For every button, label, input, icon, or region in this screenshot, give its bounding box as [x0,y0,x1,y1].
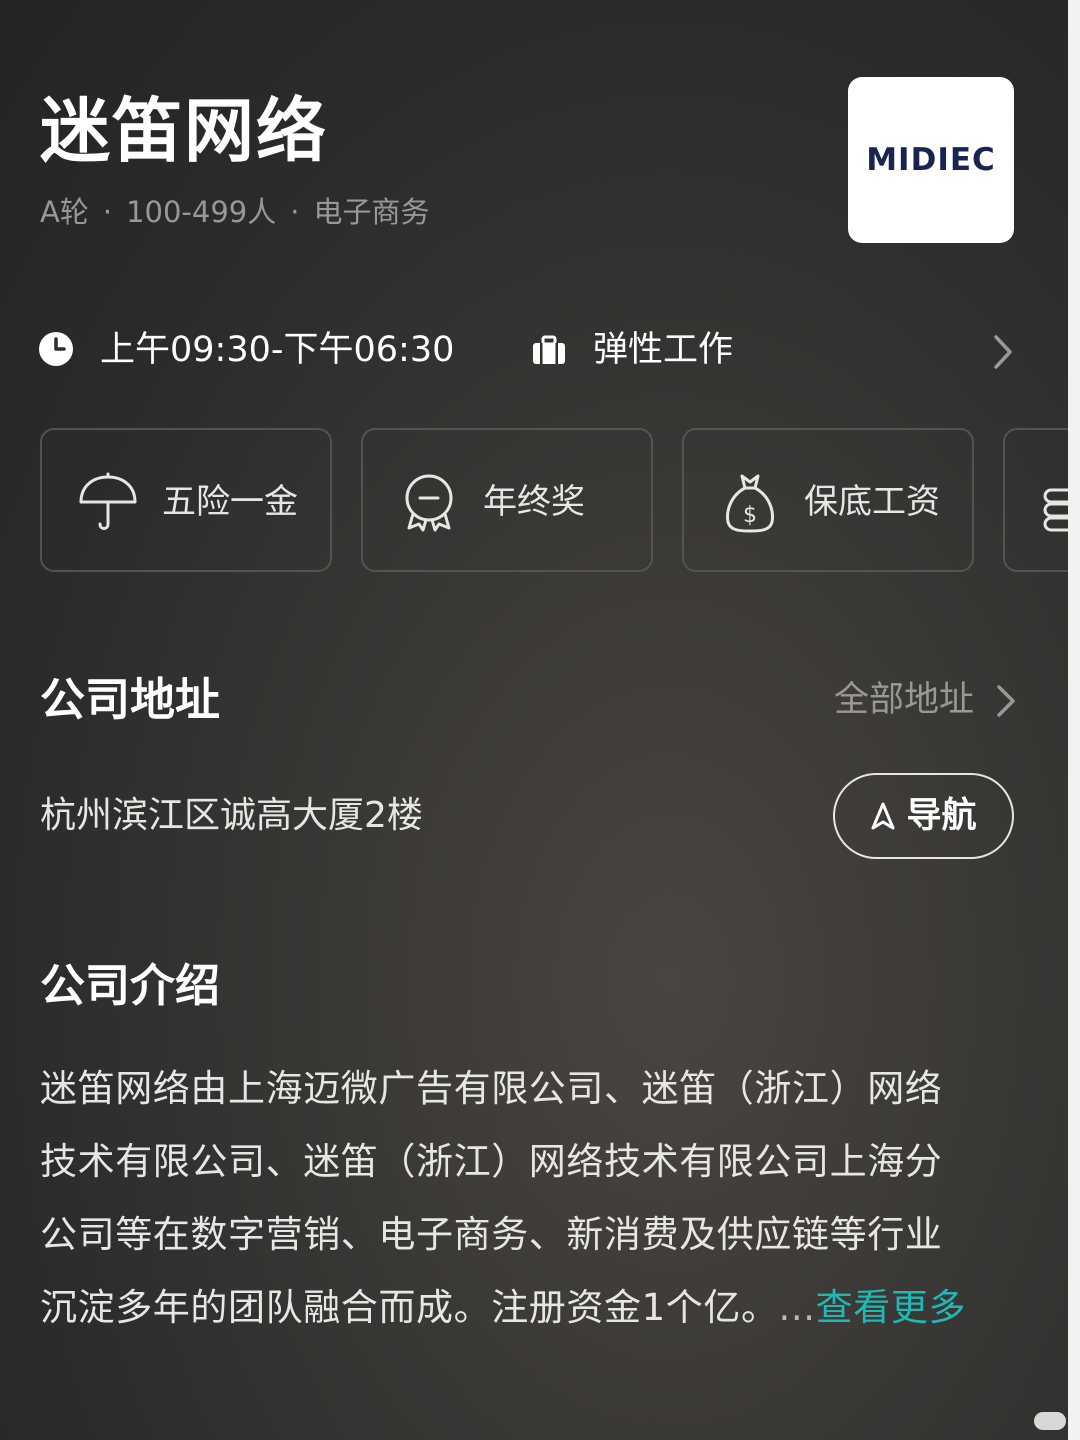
umbrella-icon [79,472,137,530]
benefit-label: 保底工资 [804,482,940,522]
company-logo[interactable]: MIDIEC [848,77,1014,243]
intro-line: 公司等在数字营销、电子商务、新消费及供应链等行业 [40,1213,943,1256]
company-size: 100-499人 [126,195,277,229]
svg-text:$: $ [743,503,757,528]
benefit-card-insurance[interactable]: 五险一金 [40,428,332,572]
benefit-label: 年终奖 [483,482,585,522]
watermark-badge [1034,1412,1066,1430]
intro-text: 迷笛网络由上海迈微广告有限公司、迷笛（浙江）网络 技术有限公司、迷笛（浙江）网络… [40,1052,990,1344]
meta-separator: · [102,195,113,229]
medal-icon [405,474,453,532]
benefit-label: 五险一金 [162,482,298,522]
chevron-right-icon[interactable] [994,682,1018,720]
benefit-card-bonus[interactable]: 年终奖 [361,428,653,572]
right-edge-strip [1068,0,1080,1440]
address-text: 杭州滨江区诚高大厦2楼 [40,795,423,836]
benefit-card-partial[interactable] [1003,428,1068,572]
work-hours: 上午09:30-下午06:30 [100,330,455,370]
intro-section-title: 公司介绍 [40,959,221,1012]
intro-line: 沉淀多年的团队融合而成。注册资金1个亿。 [40,1286,779,1329]
address-section-title: 公司地址 [40,673,221,726]
briefcase-icon [533,335,565,364]
intro-last-line: 沉淀多年的团队融合而成。注册资金1个亿。...查看更多 [40,1271,990,1344]
navigate-button[interactable]: 导航 [833,773,1014,859]
company-name: 迷笛网络 [40,90,328,172]
see-more-link[interactable]: 查看更多 [816,1286,966,1329]
company-detail-page: 迷笛网络 A轮 · 100-499人 · 电子商务 MIDIEC 上午09:30-下午0… [0,0,1068,1440]
navigation-arrow-icon [871,802,895,830]
intro-line: 迷笛网络由上海迈微广告有限公司、迷笛（浙江）网络 [40,1067,943,1110]
logo-text: MIDIEC [866,142,996,178]
navigate-label: 导航 [906,796,977,836]
money-bag-icon: $ [726,474,774,533]
intro-ellipsis: ... [778,1286,816,1329]
company-industry: 电子商务 [313,195,430,229]
funding-stage: A轮 [40,195,89,229]
work-info-row[interactable]: 上午09:30-下午06:30 弹性工作 [0,318,1068,382]
work-type: 弹性工作 [593,330,734,370]
intro-line: 技术有限公司、迷笛（浙江）网络技术有限公司上海分 [40,1140,943,1183]
company-meta: A轮 · 100-499人 · 电子商务 [40,192,429,232]
meta-separator: · [290,195,300,229]
chevron-right-icon [994,335,1012,369]
clock-icon [39,332,73,366]
coins-icon [1043,488,1068,532]
benefit-card-base-salary[interactable]: $ 保底工资 [682,428,974,572]
all-address-link[interactable]: 全部地址 [834,676,974,724]
